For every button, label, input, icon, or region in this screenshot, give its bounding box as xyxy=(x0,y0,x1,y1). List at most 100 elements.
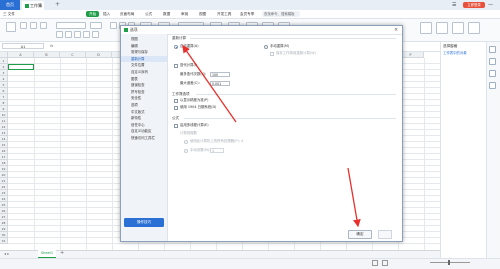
options-nav-item[interactable]: 重新计算 xyxy=(121,55,167,63)
menu-start[interactable]: 开始 xyxy=(86,11,100,17)
command-search-input[interactable]: 查找命令、搜索模板 xyxy=(262,11,300,17)
selection-pane-title: 选择窗格 xyxy=(443,44,458,48)
row-header[interactable]: 31 xyxy=(0,238,8,244)
options-nav-item[interactable]: 编辑 xyxy=(121,43,167,50)
worksheet-icon[interactable] xyxy=(420,22,432,34)
threads-label: 计算线程数 xyxy=(180,131,197,135)
options-nav-item[interactable]: 拼写检查 xyxy=(121,89,167,96)
options-nav-item[interactable]: 自定义序列 xyxy=(121,69,167,76)
column-header[interactable]: D xyxy=(86,52,112,58)
paste-icon[interactable] xyxy=(6,22,16,32)
tips-button[interactable]: 操作技巧 xyxy=(124,218,164,227)
workbook-section-title: 工作簿选项 xyxy=(172,92,190,96)
rail-property-icon[interactable] xyxy=(489,70,496,77)
menu-developer[interactable]: 开发工具 xyxy=(217,10,231,18)
selected-cell[interactable] xyxy=(8,64,34,70)
menu-view[interactable]: 视图 xyxy=(199,10,206,18)
multithread-checkbox[interactable] xyxy=(174,124,178,128)
menu-formula[interactable]: 公式 xyxy=(145,10,152,18)
italic-icon[interactable] xyxy=(65,31,72,38)
menu-data[interactable]: 数据 xyxy=(163,10,170,18)
selection-pane xyxy=(440,42,486,258)
iteration-checkbox[interactable] xyxy=(174,64,178,68)
close-tab-icon[interactable]: × xyxy=(38,1,41,10)
status-bar xyxy=(0,258,500,269)
rail-help-icon[interactable] xyxy=(489,82,496,89)
bold-icon[interactable] xyxy=(56,31,63,38)
manual-recalc-radio[interactable] xyxy=(264,45,268,49)
selection-pane-link[interactable]: 工作表中的对象 xyxy=(443,50,467,55)
options-nav-item[interactable]: 视图 xyxy=(121,36,167,43)
options-nav-item[interactable]: 文件位置 xyxy=(121,62,167,69)
options-nav-item[interactable]: 选项 xyxy=(121,102,167,109)
column-header[interactable]: A xyxy=(8,52,34,58)
menu-insert[interactable]: 插入 xyxy=(103,10,110,18)
date1904-checkbox[interactable] xyxy=(174,106,178,110)
find-icon[interactable] xyxy=(436,22,448,34)
options-nav-item[interactable]: 常规与保存 xyxy=(121,49,167,56)
max-iterations-input[interactable]: 100 xyxy=(210,72,230,77)
manual-threads-input[interactable]: 4 xyxy=(210,148,224,153)
options-nav-item[interactable]: 新特性 xyxy=(121,115,167,122)
border-icon[interactable] xyxy=(83,31,90,38)
column-header[interactable]: C xyxy=(60,52,86,58)
menu-page-layout[interactable]: 页面布局 xyxy=(120,10,134,18)
date1904-label: 使用 1904 日期系统(D) xyxy=(180,105,217,109)
align-left-icon[interactable] xyxy=(110,22,117,29)
manual-threads-label: 手动设置(M): xyxy=(190,148,211,152)
manual-threads-radio[interactable] xyxy=(184,149,188,153)
precision-label: 以显示精度为准(P) xyxy=(180,98,209,102)
symbol-icon[interactable] xyxy=(452,22,464,34)
dialog-close-icon[interactable]: × xyxy=(394,26,398,34)
normal-view-icon[interactable] xyxy=(372,260,378,266)
auto-recalc-radio[interactable] xyxy=(174,45,178,49)
recalc-section-title: 重新计算 xyxy=(172,36,186,40)
max-iterations-label: 最多迭代次数(X): xyxy=(180,72,207,76)
title-bar xyxy=(0,0,500,10)
max-change-input[interactable]: 0.001 xyxy=(210,81,230,86)
new-tab-button[interactable]: + xyxy=(55,0,60,10)
window-menu-icon[interactable]: ☰ xyxy=(452,0,456,10)
options-nav-item[interactable]: 快速访问工具栏 xyxy=(121,135,167,142)
options-nav-item[interactable]: 中文版式 xyxy=(121,109,167,116)
menu-file[interactable]: 三 文件 xyxy=(3,10,15,18)
page-layout-view-icon[interactable] xyxy=(382,260,388,266)
font-family-select[interactable] xyxy=(56,22,86,29)
dialog-app-icon xyxy=(124,28,128,32)
all-processors-radio[interactable] xyxy=(184,140,188,144)
options-nav-item[interactable]: 图表 xyxy=(121,76,167,83)
home-tab[interactable]: 首页 xyxy=(0,0,20,10)
cut-icon[interactable] xyxy=(20,22,27,29)
formula-section-title: 公式 xyxy=(172,116,179,120)
zoom-slider[interactable] xyxy=(430,262,470,263)
format-painter-icon[interactable] xyxy=(40,22,47,29)
freeze-icon[interactable] xyxy=(468,22,480,34)
options-nav-item[interactable]: 自定义功能区 xyxy=(121,128,167,135)
underline-icon[interactable] xyxy=(74,31,81,38)
rail-select-icon[interactable] xyxy=(489,46,496,53)
sheet-tab[interactable]: Sheet1 xyxy=(38,250,56,258)
ok-button[interactable]: 确定 xyxy=(348,230,372,239)
recalc-before-save-label: 保存工作簿前重新计算(W) xyxy=(276,51,316,55)
max-change-label: 最大误差(C): xyxy=(180,81,200,85)
options-nav-item[interactable]: 安全性 xyxy=(121,95,167,102)
column-header[interactable]: B xyxy=(34,52,60,58)
add-sheet-button[interactable]: + xyxy=(60,250,64,257)
options-nav-item[interactable]: 错误检查 xyxy=(121,82,167,89)
fx-icon[interactable]: fx xyxy=(50,43,53,49)
sheet-nav-icon[interactable]: ◂ ▸ xyxy=(4,251,9,256)
copy-icon[interactable] xyxy=(30,22,37,29)
name-box[interactable]: A1 xyxy=(2,43,44,49)
rail-shape-icon[interactable] xyxy=(489,58,496,65)
menu-review[interactable]: 审阅 xyxy=(181,10,188,18)
options-nav-item[interactable]: 信任中心 xyxy=(121,122,167,129)
font-size-select[interactable] xyxy=(90,22,102,29)
login-button[interactable]: 立即登录 xyxy=(463,2,485,8)
zoom-slider-handle[interactable] xyxy=(448,260,450,265)
recalc-before-save-checkbox[interactable] xyxy=(270,52,274,56)
precision-checkbox[interactable] xyxy=(174,99,178,103)
fill-color-icon[interactable] xyxy=(92,31,99,38)
window-minimize-button[interactable]: — xyxy=(488,0,493,10)
cancel-button[interactable] xyxy=(378,230,392,239)
menu-member[interactable]: 会员专享 xyxy=(240,10,254,18)
